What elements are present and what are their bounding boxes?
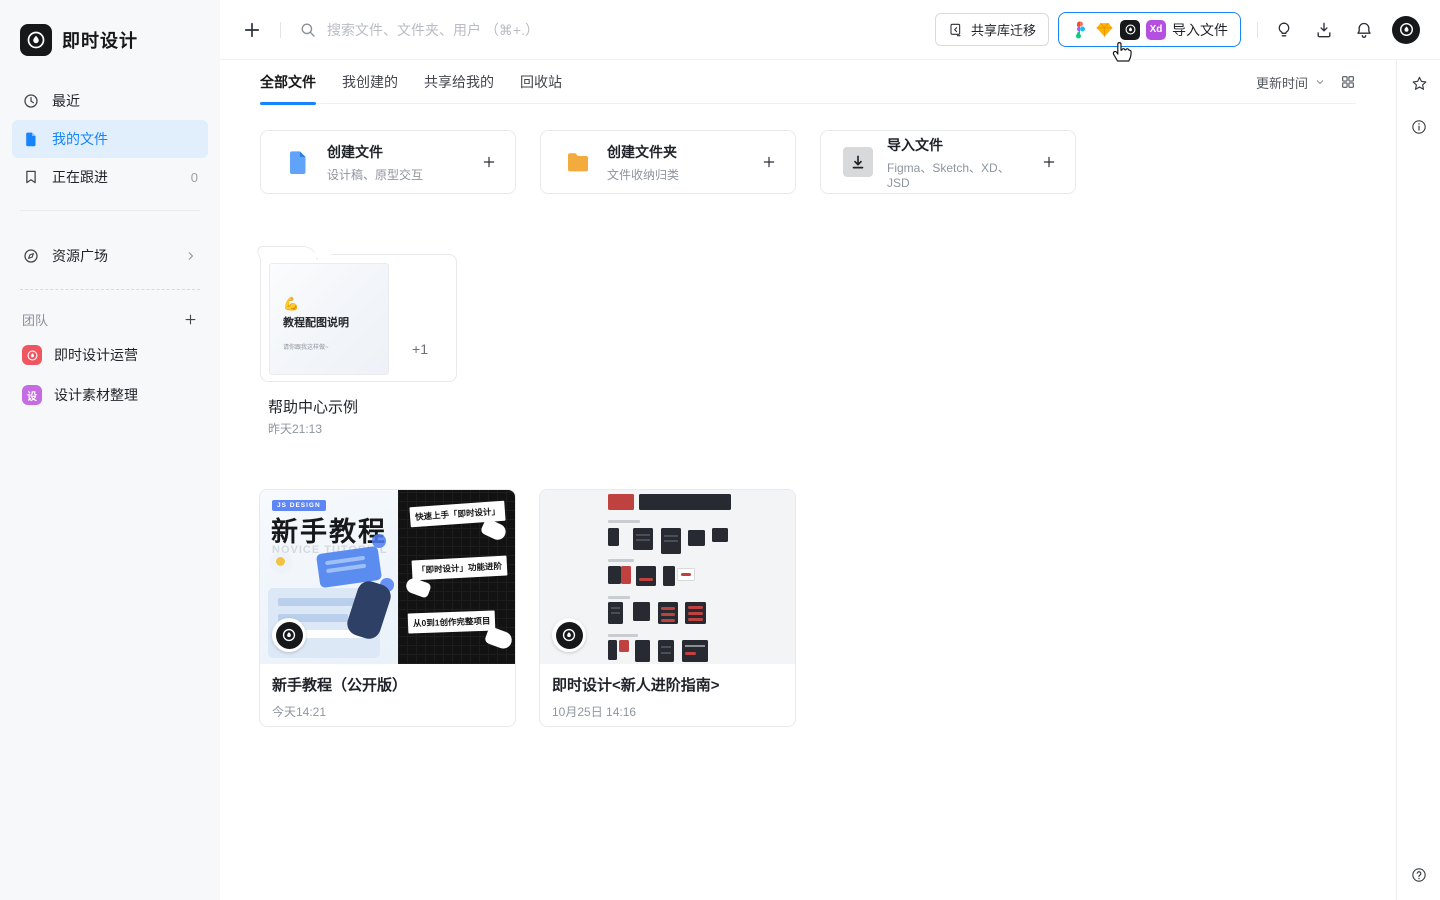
- import-file-label: 导入文件: [1172, 21, 1228, 38]
- team-icon: 设: [22, 385, 42, 405]
- notifications-bell-icon[interactable]: [1354, 20, 1374, 40]
- app-window: 即时设计 最近 我的文件 正在跟进 0 资源广场 团队 即时设计运营 设 设计素…: [0, 0, 1440, 900]
- create-folder-card[interactable]: 创建文件夹 文件收纳归类: [540, 130, 796, 194]
- sidebar-item-recent[interactable]: 最近: [12, 82, 208, 120]
- tab-trash[interactable]: 回收站: [520, 60, 562, 104]
- import-arrow-icon: [843, 147, 873, 177]
- info-icon[interactable]: [1410, 118, 1428, 136]
- bookmark-icon: [26, 170, 36, 184]
- search-input[interactable]: [327, 21, 747, 38]
- file-tabs: 全部文件 我创建的 共享给我的 回收站 更新时间: [260, 60, 1356, 105]
- new-file-button[interactable]: [242, 20, 262, 40]
- folder-title[interactable]: 帮助中心示例: [268, 396, 358, 417]
- favorites-star-icon[interactable]: [1410, 74, 1429, 93]
- compass-icon: [24, 249, 38, 263]
- import-file-button[interactable]: Xd 导入文件: [1058, 12, 1241, 62]
- app-name: 即时设计: [62, 31, 138, 51]
- create-folder-title: 创建文件夹: [607, 143, 677, 160]
- sort-label: 更新时间: [1255, 75, 1308, 91]
- team-label: 设计素材整理: [54, 387, 138, 403]
- file-updated-time: 10月25日 14:16: [552, 705, 637, 719]
- tab-created-by-me[interactable]: 我创建的: [342, 60, 398, 104]
- search-icon: [301, 23, 315, 37]
- sort-dropdown[interactable]: 更新时间: [1256, 73, 1326, 92]
- file-thumbnail: JS DESIGN 新手教程 NOVICE TUTORIAL 快速上手「即时设计…: [260, 490, 515, 664]
- search-bar[interactable]: [299, 21, 935, 39]
- add-team-button[interactable]: [183, 312, 198, 327]
- muscle-emoji: 💪: [283, 296, 300, 311]
- team-icon: [22, 345, 42, 365]
- tab-all-files[interactable]: 全部文件: [260, 60, 316, 105]
- file-icon: [290, 151, 306, 174]
- team-label: 即时设计运营: [54, 347, 138, 363]
- jsdesign-watermark-badge: [272, 618, 306, 652]
- right-rail: [1396, 60, 1440, 900]
- file-thumbnail: [540, 490, 795, 664]
- grid-view-icon[interactable]: [1340, 74, 1356, 90]
- sidebar-item-label: 最近: [52, 93, 80, 109]
- tab-shared-with-me[interactable]: 共享给我的: [424, 60, 494, 104]
- sidebar-item-my-files[interactable]: 我的文件: [12, 120, 208, 158]
- create-file-title: 创建文件: [327, 143, 383, 160]
- topbar-divider: [1257, 21, 1258, 38]
- sidebar-divider: [20, 210, 200, 211]
- folder-icon: [568, 153, 588, 172]
- library-migrate-icon: [950, 23, 961, 36]
- import-file-card[interactable]: 导入文件 Figma、Sketch、XD、JSD: [820, 130, 1076, 194]
- jsdesign-watermark-badge: [552, 618, 586, 652]
- create-file-card[interactable]: 创建文件 设计稿、原型交互: [260, 130, 516, 194]
- topbar-divider: [280, 21, 281, 38]
- hand-cursor: [1109, 37, 1133, 66]
- app-logo[interactable]: 即时设计: [0, 0, 220, 56]
- import-card-subtitle: Figma、Sketch、XD、JSD: [887, 160, 1010, 190]
- file-title: 新手教程（公开版）: [272, 677, 408, 694]
- file-title: 即时设计<新人进阶指南>: [552, 677, 720, 694]
- sidebar-item-label: 资源广场: [52, 248, 108, 264]
- sidebar-item-label: 正在跟进: [52, 169, 108, 185]
- folder-updated-time: 昨天21:13: [268, 422, 323, 436]
- user-avatar[interactable]: [1392, 15, 1420, 44]
- folder-extra-count: +1: [412, 341, 428, 357]
- lightbulb-icon[interactable]: [1274, 20, 1294, 40]
- sidebar: 即时设计 最近 我的文件 正在跟进 0 资源广场 团队 即时设计运营 设 设计素…: [0, 0, 220, 900]
- import-card-title: 导入文件: [887, 136, 943, 153]
- sidebar-item-following[interactable]: 正在跟进 0: [12, 158, 208, 196]
- shared-library-migrate-button[interactable]: 共享库迁移: [934, 13, 1049, 46]
- clock-icon: [24, 94, 38, 108]
- plus-icon: [481, 154, 497, 170]
- adobe-xd-icon: Xd: [1146, 19, 1166, 40]
- chevron-right-icon: [184, 249, 198, 263]
- help-icon[interactable]: [1410, 866, 1428, 884]
- create-file-subtitle: 设计稿、原型交互: [327, 167, 424, 182]
- figma-icon: [1076, 21, 1085, 38]
- plus-icon: [761, 154, 777, 170]
- sidebar-team-assets[interactable]: 设 设计素材整理: [12, 375, 208, 415]
- chevron-down-icon: [1316, 80, 1324, 85]
- topbar: 共享库迁移 Xd 导入文件: [220, 0, 1440, 62]
- file-updated-time: 今天14:21: [272, 705, 327, 719]
- app-logo-icon: [20, 24, 52, 56]
- sidebar-team-ops[interactable]: 即时设计运营: [12, 335, 208, 375]
- create-folder-subtitle: 文件收纳归类: [607, 167, 680, 182]
- main-content: 全部文件 我创建的 共享给我的 回收站 更新时间 创建文件 设计稿、原型交互 创…: [220, 60, 1396, 900]
- plus-icon: [1041, 154, 1057, 170]
- file-card-novice-tutorial[interactable]: JS DESIGN 新手教程 NOVICE TUTORIAL 快速上手「即时设计…: [259, 489, 516, 727]
- teams-header-label: 团队: [22, 313, 49, 328]
- folder-card-help-center[interactable]: 💪 教程配图说明 请你跟我这样做~ +1: [255, 246, 457, 382]
- following-count: 0: [190, 169, 198, 185]
- file-card-advanced-guide[interactable]: 即时设计<新人进阶指南> 10月25日 14:16: [539, 489, 796, 727]
- folder-thumbnail: 💪 教程配图说明 请你跟我这样做~: [269, 263, 389, 375]
- download-icon[interactable]: [1314, 20, 1334, 40]
- sidebar-item-label: 我的文件: [52, 131, 108, 147]
- shared-library-migrate-label: 共享库迁移: [970, 23, 1036, 38]
- sidebar-divider-dashed: [20, 289, 200, 290]
- file-icon: [26, 132, 36, 147]
- sidebar-item-resource-plaza[interactable]: 资源广场: [12, 237, 208, 275]
